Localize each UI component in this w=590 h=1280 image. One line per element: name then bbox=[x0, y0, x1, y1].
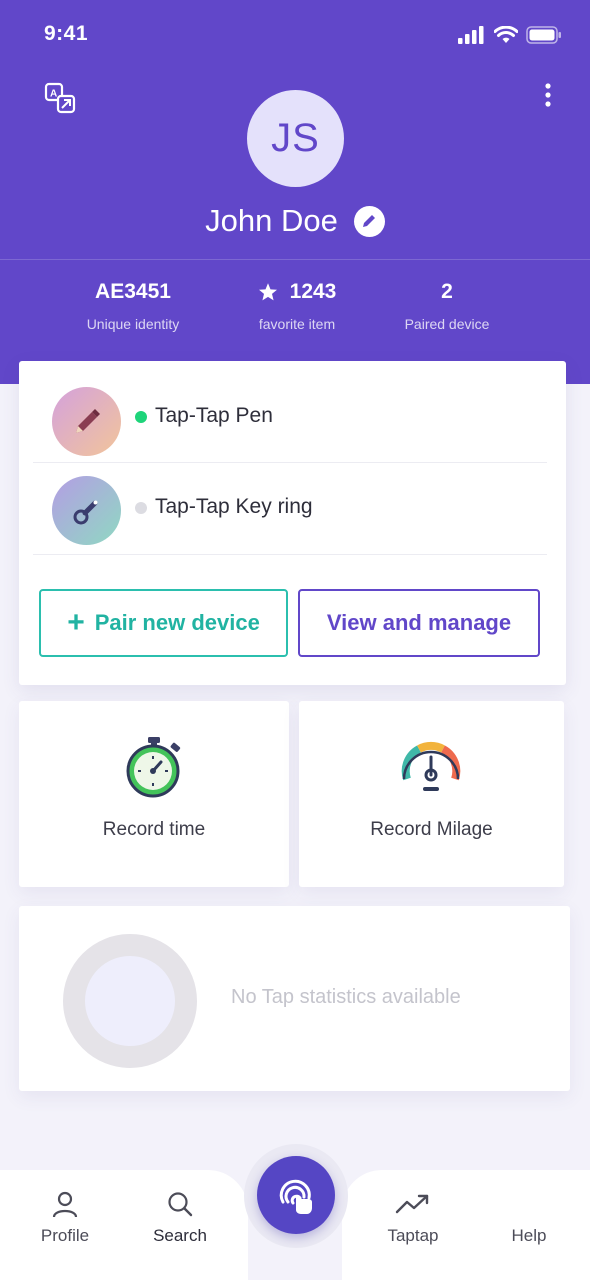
view-and-manage-button[interactable]: View and manage bbox=[298, 589, 540, 657]
device-row-pen[interactable]: Tap-Tap Pen bbox=[33, 371, 547, 463]
trending-up-icon bbox=[395, 1194, 429, 1214]
device-name: Tap-Tap Key ring bbox=[155, 495, 313, 518]
wifi-icon bbox=[494, 26, 518, 43]
nav-help[interactable]: Help bbox=[484, 1190, 574, 1246]
tap-fab-button[interactable] bbox=[257, 1156, 335, 1234]
stat-paired-device: 2 Paired device bbox=[372, 280, 522, 332]
nav-label: Search bbox=[153, 1226, 207, 1245]
status-time: 9:41 bbox=[44, 22, 89, 45]
edit-name-button[interactable] bbox=[353, 205, 385, 237]
stat-unique-identity: AE3451 Unique identity bbox=[58, 280, 208, 332]
bottom-nav: Profile Search Taptap Help bbox=[0, 1144, 590, 1280]
nav-search[interactable]: Search bbox=[135, 1190, 225, 1246]
battery-icon bbox=[526, 26, 561, 44]
more-vert-icon[interactable] bbox=[538, 82, 558, 108]
signal-icon bbox=[458, 26, 484, 44]
statistics-donut-placeholder bbox=[63, 934, 197, 1068]
tile-label: Record time bbox=[102, 819, 206, 840]
stat-label: Paired device bbox=[404, 316, 490, 332]
header-divider bbox=[0, 259, 590, 260]
fingerprint-tap-icon bbox=[279, 1179, 312, 1214]
stat-value: 2 bbox=[441, 280, 453, 303]
search-icon bbox=[168, 1192, 193, 1217]
device-row-key-ring[interactable]: Tap-Tap Key ring bbox=[33, 463, 547, 555]
stat-label: favorite item bbox=[258, 316, 336, 332]
devices-card: Tap-Tap Pen Tap-Tap Key ring + Pair new … bbox=[19, 361, 566, 685]
nav-taptap[interactable]: Taptap bbox=[368, 1190, 458, 1246]
nav-label: Profile bbox=[40, 1226, 90, 1245]
key-ring-icon bbox=[52, 476, 121, 545]
profile-name-row: John Doe bbox=[0, 203, 590, 239]
nav-profile[interactable]: Profile bbox=[20, 1190, 110, 1246]
star-icon bbox=[258, 283, 277, 301]
no-statistics-text: No Tap statistics available bbox=[231, 986, 461, 1008]
person-icon bbox=[52, 1191, 78, 1218]
record-milage-tile[interactable]: Record Milage bbox=[299, 701, 564, 887]
plus-icon: + bbox=[67, 606, 85, 639]
stat-label: Unique identity bbox=[86, 316, 180, 332]
stopwatch-icon bbox=[126, 737, 181, 798]
pencil-icon bbox=[363, 215, 376, 227]
status-dot-online bbox=[135, 411, 147, 423]
record-time-tile[interactable]: Record time bbox=[19, 701, 289, 887]
device-name: Tap-Tap Pen bbox=[155, 404, 273, 427]
stat-favorite-item: 1243 favorite item bbox=[222, 280, 372, 332]
status-dot-offline bbox=[135, 502, 147, 514]
tap-statistics-card: No Tap statistics available bbox=[19, 906, 570, 1091]
pen-icon bbox=[52, 387, 121, 456]
profile-name: John Doe bbox=[205, 203, 338, 238]
avatar: JS bbox=[247, 90, 344, 187]
status-bar: 9:41 bbox=[0, 0, 590, 70]
speedometer-icon bbox=[401, 741, 461, 791]
nav-label: Help bbox=[511, 1226, 547, 1245]
stat-value: AE3451 bbox=[95, 280, 171, 303]
translate-icon[interactable]: A bbox=[44, 82, 76, 114]
pair-new-device-button[interactable]: + Pair new device bbox=[39, 589, 288, 657]
tile-label: Record Milage bbox=[370, 819, 493, 840]
nav-label: Taptap bbox=[387, 1226, 439, 1245]
stat-value: 1243 bbox=[289, 280, 337, 303]
svg-text:A: A bbox=[50, 89, 57, 100]
